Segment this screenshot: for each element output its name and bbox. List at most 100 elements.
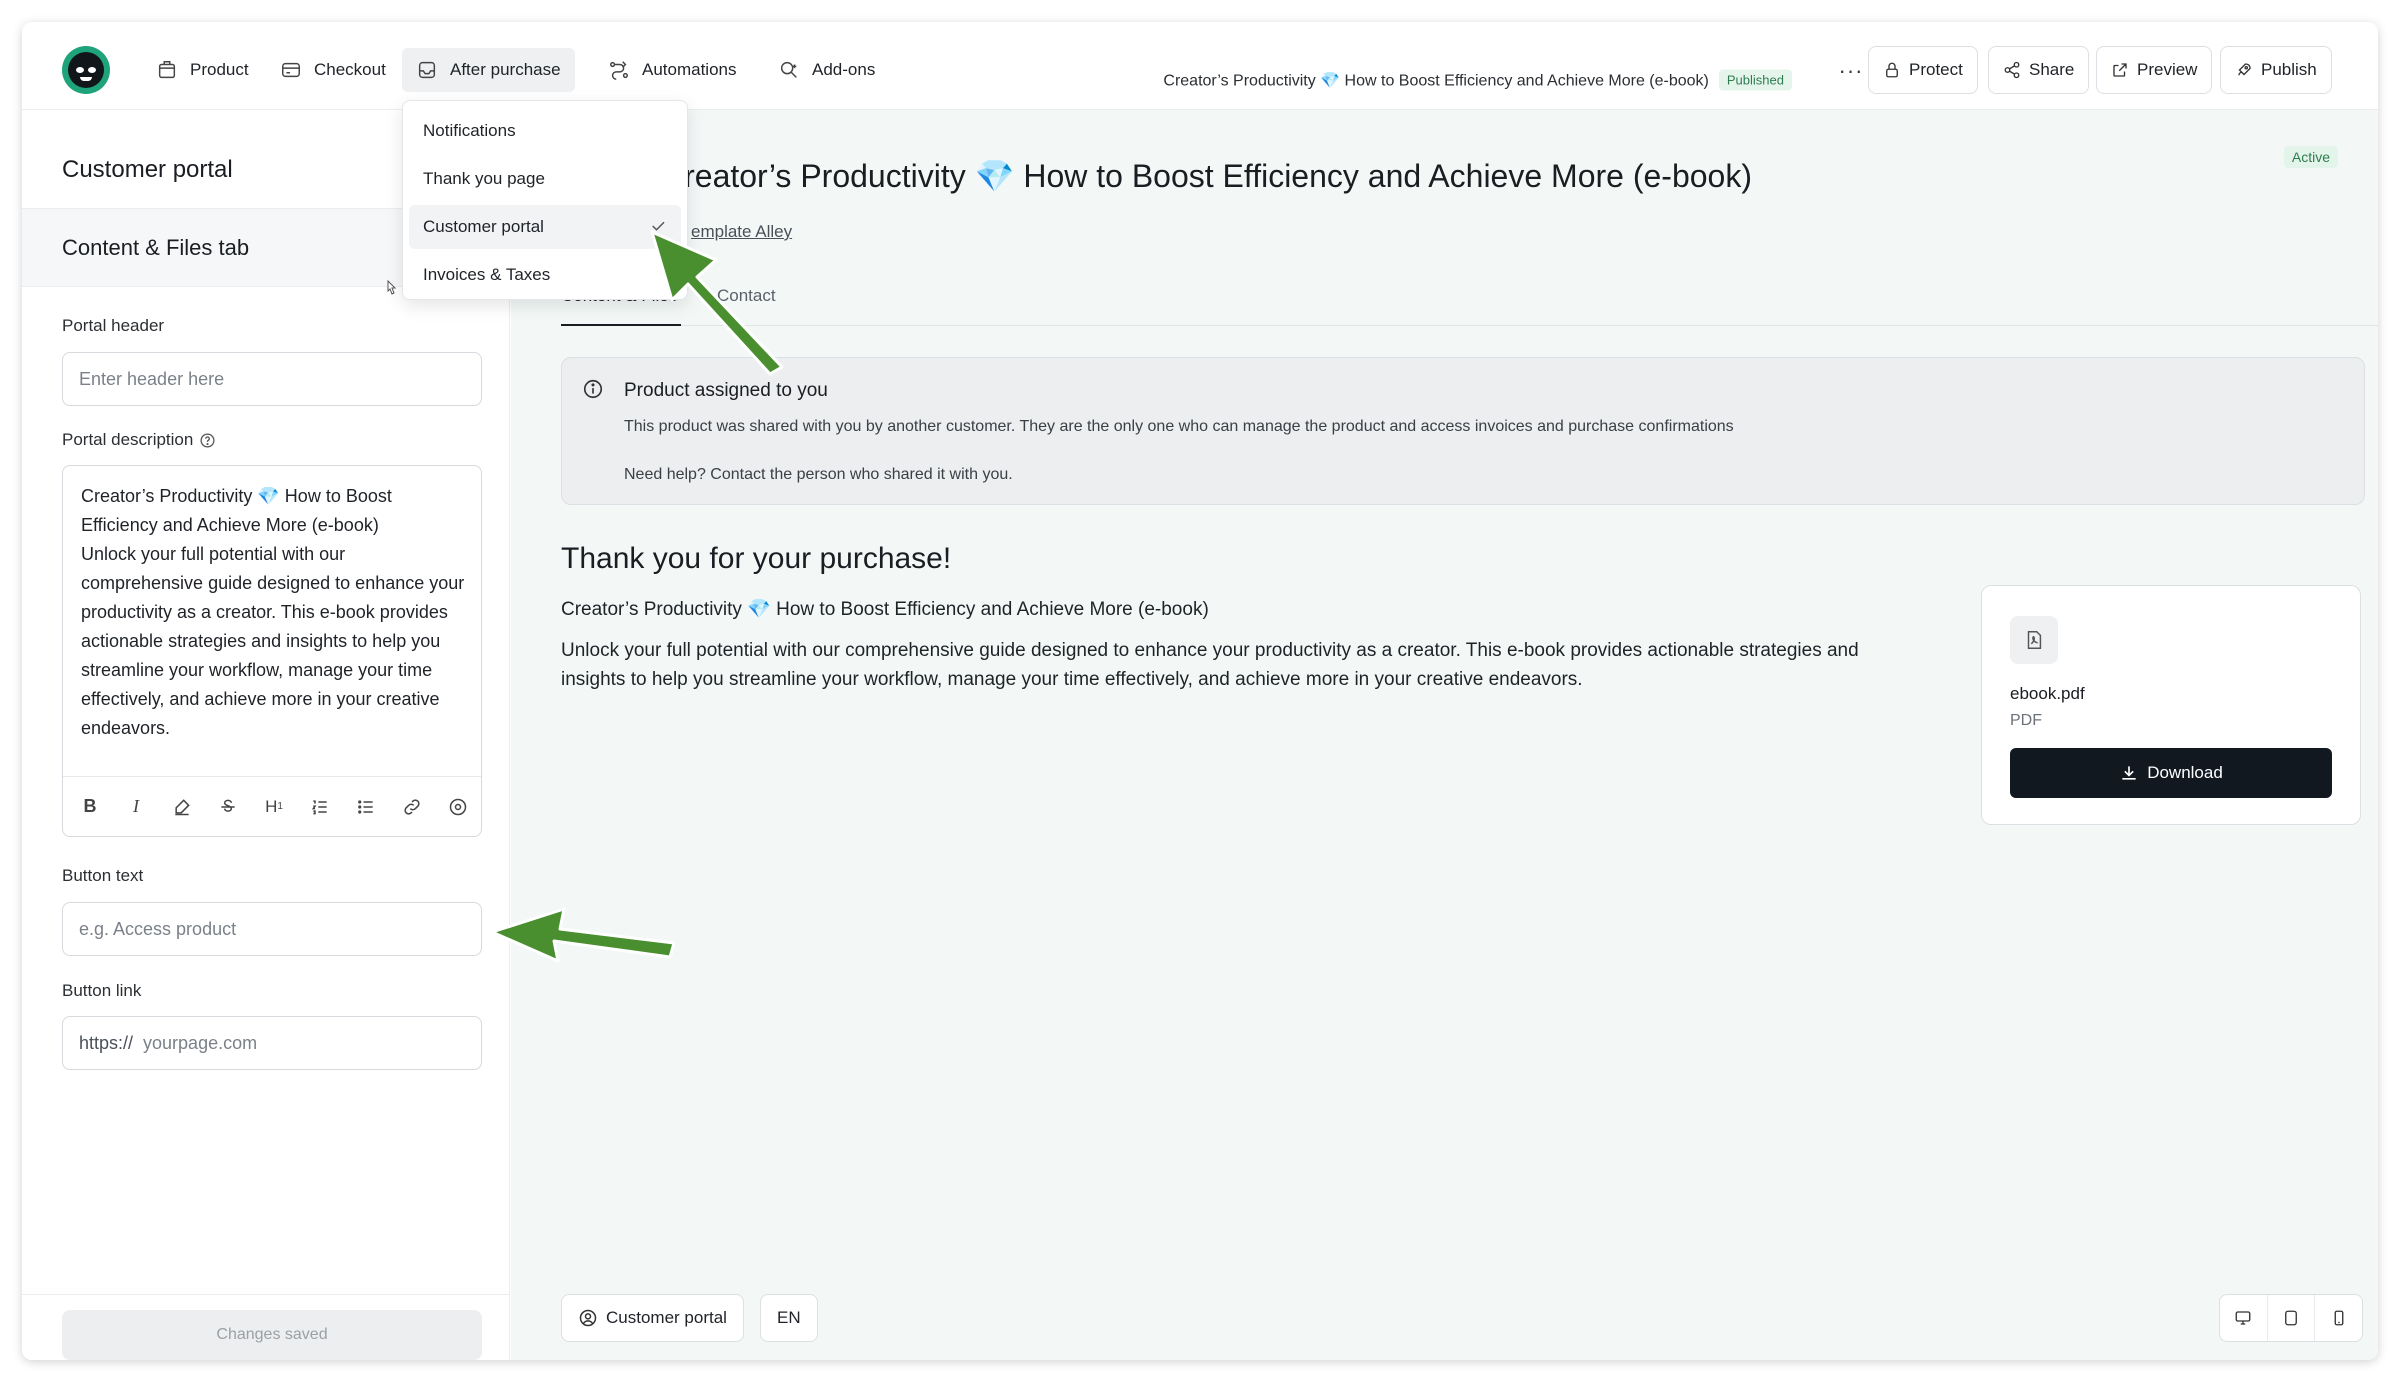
protect-label: Protect xyxy=(1909,60,1963,79)
changes-saved-button[interactable]: Changes saved xyxy=(62,1310,482,1360)
button-text-input[interactable]: e.g. Access product xyxy=(62,902,482,956)
button-text-label: Button text xyxy=(62,866,143,886)
portal-description-label: Portal description xyxy=(62,430,216,450)
portal-description-editor[interactable]: Creator’s Productivity 💎 How to Boost Ef… xyxy=(62,465,482,837)
language-button[interactable]: EN xyxy=(760,1294,818,1342)
dropdown-item-invoices-taxes[interactable]: Invoices & Taxes xyxy=(409,253,681,297)
file-name: ebook.pdf xyxy=(2010,684,2085,703)
button-text-placeholder: e.g. Access product xyxy=(79,918,237,939)
annotation-arrow-2 xyxy=(490,907,676,963)
mobile-icon xyxy=(2334,1310,2344,1326)
bold-icon[interactable]: B xyxy=(75,792,105,822)
customer-portal-label: Customer portal xyxy=(606,1308,727,1327)
dropdown-item-customer-portal-label: Customer portal xyxy=(423,217,544,236)
product-description: Unlock your full potential with our comp… xyxy=(561,640,1859,690)
portal-header-input[interactable]: Enter header here xyxy=(62,352,482,406)
download-button[interactable]: Download xyxy=(2010,748,2332,798)
dropdown-item-thank-you-page[interactable]: Thank you page xyxy=(409,157,681,201)
logo-mouth xyxy=(80,77,92,81)
app-window: Product Checkout After purchase Automati… xyxy=(22,22,2378,1360)
button-link-label: Button link xyxy=(62,981,141,1001)
addon-icon xyxy=(780,61,797,78)
highlight-icon[interactable] xyxy=(167,792,197,822)
info-title: Product assigned to you xyxy=(624,380,828,401)
logo-face xyxy=(68,52,104,88)
mobile-view-button[interactable] xyxy=(2315,1295,2362,1341)
editor-toolbar: B I H1 xyxy=(63,776,481,836)
share-button[interactable]: Share xyxy=(1988,46,2090,94)
content-files-tab-label: Content & Files tab xyxy=(62,235,250,260)
nav-checkout-label: Checkout xyxy=(314,60,386,79)
nav-product[interactable]: Product xyxy=(142,48,263,92)
preview-product-title: Creator’s Productivity 💎 How to Boost Ef… xyxy=(661,158,1752,194)
portal-description-label-text: Portal description xyxy=(62,430,194,449)
device-switcher xyxy=(2219,1294,2363,1342)
share-label: Share xyxy=(2029,60,2075,79)
thank-you-heading: Thank you for your purchase! xyxy=(561,542,952,575)
user-circle-icon xyxy=(579,1309,597,1327)
box-icon xyxy=(158,61,176,79)
desktop-view-button[interactable] xyxy=(2220,1295,2268,1341)
footer-divider xyxy=(22,1294,510,1295)
url-prefix: https:// xyxy=(79,1032,134,1053)
portal-header-placeholder: Enter header here xyxy=(79,368,225,389)
product-title-text: Creator’s Productivity 💎 How to Boost Ef… xyxy=(1163,72,1709,89)
italic-icon[interactable]: I xyxy=(121,792,151,822)
desktop-icon xyxy=(2235,1311,2251,1325)
preview-button[interactable]: Preview xyxy=(2096,46,2213,94)
nav-product-title: Creator’s Productivity 💎 How to Boost Ef… xyxy=(1163,69,1792,91)
logo-eye-left xyxy=(76,67,84,73)
bullet-list-icon[interactable] xyxy=(351,792,381,822)
button-link-label-text: Button link xyxy=(62,981,142,1000)
nav-automations-label: Automations xyxy=(642,60,737,79)
flow-icon xyxy=(610,61,628,80)
rocket-icon xyxy=(2238,63,2251,76)
button-link-input[interactable]: https:// yourpage.com xyxy=(62,1016,482,1070)
tablet-icon xyxy=(2285,1310,2297,1326)
dropdown-item-notifications[interactable]: Notifications xyxy=(409,109,681,153)
nav-addons-label: Add-ons xyxy=(812,60,876,79)
preview-tabs: Content & Files Contact xyxy=(561,286,2378,326)
publish-button[interactable]: Publish xyxy=(2220,46,2332,94)
nav-addons[interactable]: Add-ons xyxy=(764,48,889,92)
file-type: PDF xyxy=(2010,712,2042,729)
dropdown-item-customer-portal[interactable]: Customer portal xyxy=(409,205,681,249)
assigned-info-box: Product assigned to you This product was… xyxy=(561,357,2365,505)
nav-automations[interactable]: Automations xyxy=(594,48,751,92)
share-icon xyxy=(2004,61,2020,79)
info-line-2: Need help? Contact the person who shared… xyxy=(624,466,1013,483)
download-label: Download xyxy=(2147,763,2223,782)
external-link-icon xyxy=(2113,63,2127,77)
active-badge: Active xyxy=(2283,146,2338,168)
mouse-cursor-icon xyxy=(387,280,397,295)
brand-logo[interactable] xyxy=(62,46,110,94)
cart-icon xyxy=(282,62,300,78)
tablet-view-button[interactable] xyxy=(2268,1295,2316,1341)
annotation-arrow-1 xyxy=(650,230,784,376)
download-icon xyxy=(2122,766,2136,780)
link-icon[interactable] xyxy=(397,792,427,822)
protect-button[interactable]: Protect xyxy=(1868,46,1978,94)
numbered-list-icon[interactable] xyxy=(305,792,335,822)
customer-portal-button[interactable]: Customer portal xyxy=(561,1294,744,1342)
inbox-icon xyxy=(418,61,436,79)
nav-after-purchase[interactable]: After purchase xyxy=(402,48,575,92)
nav-after-purchase-label: After purchase xyxy=(450,60,561,79)
portal-header-label-text: Portal header xyxy=(62,316,165,335)
more-options-button[interactable]: ··· xyxy=(1836,56,1866,86)
pdf-file-icon xyxy=(2010,616,2058,664)
file-card: ebook.pdf PDF Download xyxy=(1981,585,2361,825)
nav-checkout[interactable]: Checkout xyxy=(266,48,400,92)
top-nav: Product Checkout After purchase Automati… xyxy=(22,22,2378,110)
product-name: Creator’s Productivity 💎 How to Boost Ef… xyxy=(561,599,1209,620)
portal-header-label: Portal header xyxy=(62,316,164,336)
info-icon xyxy=(583,379,603,399)
emoji-icon[interactable] xyxy=(443,792,473,822)
portal-description-text[interactable]: Creator’s Productivity 💎 How to Boost Ef… xyxy=(81,482,466,743)
info-line-1: This product was shared with you by anot… xyxy=(624,418,1734,435)
preview-label: Preview xyxy=(2137,60,2198,79)
help-icon[interactable] xyxy=(199,432,216,449)
nav-product-label: Product xyxy=(190,60,249,79)
strikethrough-icon[interactable] xyxy=(213,792,243,822)
heading-icon[interactable]: H1 xyxy=(259,792,289,822)
